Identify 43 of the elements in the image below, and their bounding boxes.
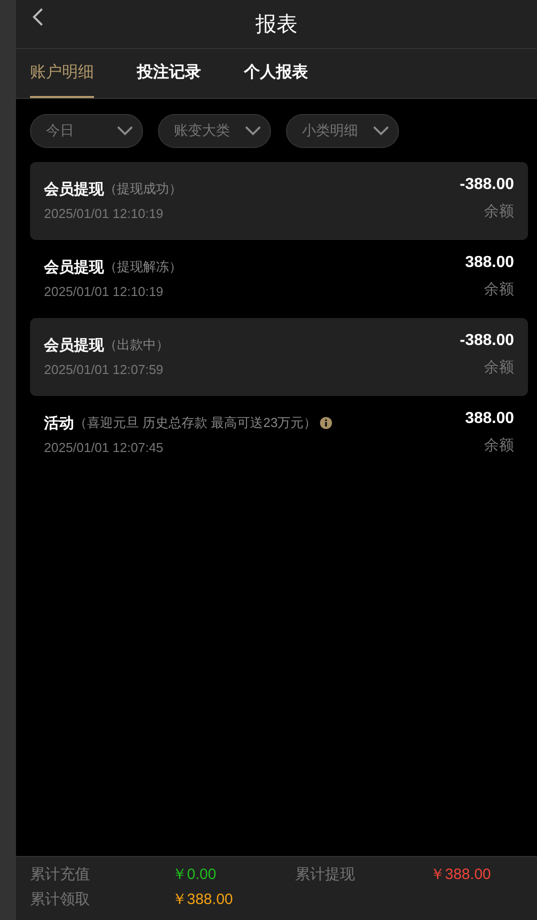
balance-label: 余额: [483, 202, 514, 221]
tab[interactable]: 投注记录: [137, 49, 201, 98]
summary-value: ￥388.00: [172, 890, 234, 909]
filter-dropdown[interactable]: 今日: [30, 114, 143, 148]
record-time: 2025/01/01 12:07:45: [44, 440, 164, 455]
summary-label: 累计领取: [30, 890, 91, 909]
info-icon[interactable]: [320, 417, 332, 429]
summary-label: 累计提现: [295, 865, 356, 884]
filter-dropdown[interactable]: 账变大类: [158, 114, 271, 148]
record-title: 会员提现: [44, 258, 104, 276]
record-amount: -388.00: [460, 175, 514, 195]
balance-label: 余额: [483, 280, 514, 299]
record-note: （喜迎元旦 历史总存款 最高可送23万元）: [74, 414, 317, 432]
record-note: （出款中）: [104, 336, 169, 354]
record-note: （提现成功）: [104, 180, 182, 198]
balance-label: 余额: [483, 436, 514, 455]
tab[interactable]: 个人报表: [244, 49, 308, 98]
record-title: 会员提现: [44, 336, 104, 354]
summary-label: 累计充值: [30, 865, 91, 884]
record-amount: 388.00: [465, 253, 514, 273]
record-card[interactable]: 会员提现（提现成功） 2025/01/01 12:10:19 -388.00 余额: [30, 162, 528, 240]
record-row[interactable]: 活动（喜迎元旦 历史总存款 最高可送23万元） 2025/01/01 12:07:45 388.00 余额: [30, 396, 528, 474]
page-title: 报表: [256, 12, 298, 38]
chevron-down-icon: [245, 126, 261, 136]
balance-label: 余额: [483, 358, 514, 377]
record-time: 2025/01/01 12:10:19: [44, 284, 164, 299]
record-time: 2025/01/01 12:07:59: [44, 362, 164, 377]
filter-dropdown[interactable]: 小类明细: [286, 114, 399, 148]
record-card[interactable]: 会员提现（出款中） 2025/01/01 12:07:59 -388.00 余额: [30, 318, 528, 396]
record-time: 2025/01/01 12:10:19: [44, 206, 164, 221]
chevron-down-icon: [373, 126, 389, 136]
record-note: （提现解冻）: [104, 258, 182, 276]
chevron-down-icon: [117, 126, 133, 136]
record-title: 会员提现: [44, 180, 104, 198]
record-amount: -388.00: [460, 331, 514, 351]
back-button[interactable]: [32, 8, 44, 26]
back-icon: [32, 8, 44, 26]
record-row[interactable]: 会员提现（提现解冻） 2025/01/01 12:10:19 388.00 余额: [30, 240, 528, 318]
record-amount: 388.00: [465, 409, 514, 429]
summary-value: ￥388.00: [430, 865, 492, 884]
record-title: 活动: [44, 414, 74, 432]
summary-value: ￥0.00: [172, 865, 218, 884]
tab[interactable]: 账户明细: [30, 49, 94, 98]
